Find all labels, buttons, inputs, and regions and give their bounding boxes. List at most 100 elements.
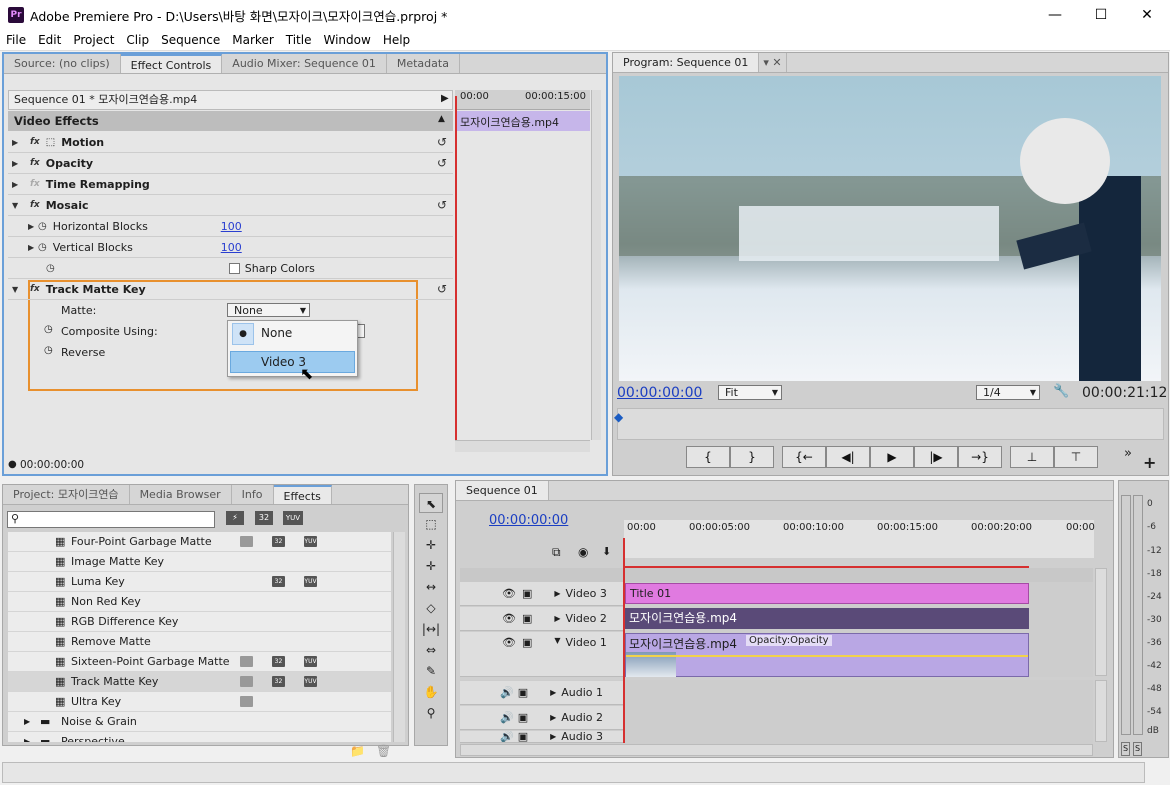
folder-item[interactable]: ▶ ▬ Perspective bbox=[8, 732, 391, 742]
ec-timecode[interactable]: 00:00:00:00 bbox=[20, 459, 84, 471]
pen-tool-icon[interactable]: ✎ bbox=[419, 661, 443, 681]
horizontal-blocks-value[interactable]: 100 bbox=[221, 220, 242, 233]
close-button[interactable]: ✕ bbox=[1124, 0, 1170, 30]
wrench-icon[interactable]: 🔧 bbox=[1053, 384, 1069, 399]
yuv-filter-icon[interactable]: YUV bbox=[283, 511, 303, 525]
v2-clip[interactable]: 모자이크연습용.mp4 bbox=[625, 608, 1029, 629]
delete-icon[interactable]: 🗑 bbox=[376, 744, 391, 758]
tab-info[interactable]: Info bbox=[232, 485, 274, 504]
stopwatch-icon[interactable]: ◷ bbox=[46, 263, 55, 274]
ec-playhead[interactable] bbox=[455, 96, 457, 451]
menu-option-none[interactable]: None bbox=[261, 326, 292, 340]
lock-icon[interactable]: ▣ bbox=[518, 686, 528, 699]
effect-row-time-remapping[interactable]: ▶ fx Time Remapping bbox=[8, 174, 453, 195]
tab-program[interactable]: Program: Sequence 01 bbox=[613, 53, 760, 72]
ec-zoom-scrollbar[interactable] bbox=[455, 440, 590, 452]
accelerated-filter-icon[interactable]: ⚡ bbox=[226, 511, 244, 525]
program-tab-menu-icon[interactable]: ▾ ✕ bbox=[759, 53, 787, 72]
track-select-tool-icon[interactable]: ⬚ bbox=[419, 514, 443, 534]
list-item[interactable]: ▦ RGB Difference Key bbox=[8, 612, 391, 632]
rate-stretch-tool-icon[interactable]: ↔ bbox=[419, 577, 443, 597]
collapse-up-icon[interactable]: ▲ bbox=[438, 114, 445, 124]
eye-icon[interactable]: 👁 bbox=[502, 636, 516, 649]
track-header-audio1[interactable]: 🔊 ▣ ▶ Audio 1 bbox=[460, 681, 623, 705]
lock-icon[interactable]: ▣ bbox=[518, 711, 528, 724]
menu-help[interactable]: Help bbox=[377, 33, 416, 47]
new-bin-icon[interactable]: 📁 bbox=[350, 744, 365, 758]
v1-clip[interactable]: 모자이크연습용.mp4 Opacity:Opacity bbox=[625, 633, 1029, 677]
stopwatch-icon[interactable]: ◷ bbox=[44, 324, 53, 335]
eye-icon[interactable]: 👁 bbox=[502, 587, 516, 600]
selection-tool-icon[interactable]: ⬉ bbox=[419, 493, 443, 513]
step-back-button[interactable]: ◀| bbox=[826, 446, 870, 468]
slide-tool-icon[interactable]: ⇔ bbox=[419, 640, 443, 660]
list-item[interactable]: ▦ Sixteen-Point Garbage Matte 32 YUV bbox=[8, 652, 391, 672]
track-header-video3[interactable]: 👁 ▣ ▶ Video 3 bbox=[460, 582, 623, 606]
timeline-h-scrollbar[interactable] bbox=[460, 744, 1093, 756]
menu-edit[interactable]: Edit bbox=[32, 33, 67, 47]
list-item[interactable]: ▦ Image Matte Key bbox=[8, 552, 391, 572]
resolution-select[interactable]: 1/4 ▼ bbox=[976, 385, 1040, 400]
menu-sequence[interactable]: Sequence bbox=[155, 33, 226, 47]
track-header-audio2[interactable]: 🔊 ▣ ▶ Audio 2 bbox=[460, 706, 623, 730]
reset-icon[interactable]: ↺ bbox=[437, 282, 447, 296]
track-header-video2[interactable]: 👁 ▣ ▶ Video 2 bbox=[460, 607, 623, 631]
stopwatch-icon[interactable]: ◷ bbox=[44, 345, 53, 356]
mark-out-button[interactable]: } bbox=[730, 446, 774, 468]
go-to-out-button[interactable]: →} bbox=[958, 446, 1002, 468]
speaker-icon[interactable]: 🔊 bbox=[500, 686, 514, 699]
reset-icon[interactable]: ↺ bbox=[437, 198, 447, 212]
stopwatch-icon[interactable]: ◷ bbox=[38, 221, 47, 232]
tab-metadata[interactable]: Metadata bbox=[387, 54, 460, 73]
menu-title[interactable]: Title bbox=[280, 33, 318, 47]
sharp-colors-checkbox[interactable] bbox=[228, 262, 240, 274]
effects-scrollbar[interactable] bbox=[393, 532, 405, 742]
tab-media-browser[interactable]: Media Browser bbox=[130, 485, 232, 504]
track-header-video1[interactable]: 👁 ▣ ▼ Video 1 bbox=[460, 632, 623, 677]
go-to-in-button[interactable]: {← bbox=[782, 446, 826, 468]
snap-icon[interactable]: ⧉ bbox=[552, 545, 561, 560]
tab-audio-mixer[interactable]: Audio Mixer: Sequence 01 bbox=[222, 54, 387, 73]
tab-effect-controls[interactable]: Effect Controls bbox=[120, 54, 223, 73]
opacity-rubber-band[interactable] bbox=[626, 655, 1028, 657]
lock-icon[interactable]: ▣ bbox=[522, 636, 532, 649]
maximize-button[interactable]: ☐ bbox=[1078, 0, 1124, 30]
marker-icon[interactable]: ◉ bbox=[578, 545, 588, 559]
list-item[interactable]: ▦ Four-Point Garbage Matte 32 YUV bbox=[8, 532, 391, 552]
hand-tool-icon[interactable]: ✋ bbox=[419, 682, 443, 702]
title-clip[interactable]: Title 01 bbox=[625, 583, 1029, 604]
expand-arrow-icon[interactable]: ▶ bbox=[24, 732, 30, 742]
timeline-ruler[interactable]: 00:00 00:00:05:00 00:00:10:00 00:00:15:0… bbox=[624, 520, 1095, 558]
add-marker-icon[interactable]: ⬇ bbox=[602, 545, 611, 558]
menu-clip[interactable]: Clip bbox=[120, 33, 155, 47]
eye-icon[interactable]: 👁 bbox=[502, 612, 516, 625]
effects-search-input[interactable]: ⚲ bbox=[7, 511, 215, 528]
lock-icon[interactable]: ▣ bbox=[522, 612, 532, 625]
minimize-button[interactable]: — bbox=[1032, 0, 1078, 30]
program-timecode-current[interactable]: 00:00:00:00 bbox=[617, 385, 702, 401]
slip-tool-icon[interactable]: |↔| bbox=[419, 619, 443, 639]
audio-scrollbar[interactable] bbox=[1095, 680, 1107, 742]
list-item[interactable]: ▦ Ultra Key bbox=[8, 692, 391, 712]
menu-marker[interactable]: Marker bbox=[226, 33, 279, 47]
track-header-audio3[interactable]: 🔊 ▣ ▶ Audio 3 bbox=[460, 731, 623, 743]
ec-scrollbar[interactable] bbox=[591, 90, 601, 440]
menu-file[interactable]: File bbox=[0, 33, 32, 47]
program-scrub-bar[interactable] bbox=[617, 408, 1164, 440]
zoom-tool-icon[interactable]: ⚲ bbox=[419, 703, 443, 723]
fit-select[interactable]: Fit ▼ bbox=[718, 385, 782, 400]
speaker-icon[interactable]: 🔊 bbox=[500, 731, 514, 742]
razor-tool-icon[interactable]: ◇ bbox=[419, 598, 443, 618]
timeline-playhead[interactable] bbox=[623, 538, 625, 743]
matte-select[interactable]: None ▼ bbox=[227, 303, 310, 317]
menu-project[interactable]: Project bbox=[67, 33, 120, 47]
lock-icon[interactable]: ▣ bbox=[518, 731, 528, 742]
solo-left-button[interactable]: S bbox=[1121, 742, 1130, 756]
reset-icon[interactable]: ↺ bbox=[437, 135, 447, 149]
folder-item[interactable]: ▶ ▬ Noise & Grain bbox=[8, 712, 391, 732]
tab-sequence[interactable]: Sequence 01 bbox=[456, 481, 549, 500]
more-icon[interactable]: » bbox=[1124, 446, 1132, 461]
list-item[interactable]: ▦ Remove Matte bbox=[8, 632, 391, 652]
program-playhead-icon[interactable]: ◆ bbox=[614, 410, 623, 424]
stopwatch-icon[interactable]: ◷ bbox=[38, 242, 47, 253]
